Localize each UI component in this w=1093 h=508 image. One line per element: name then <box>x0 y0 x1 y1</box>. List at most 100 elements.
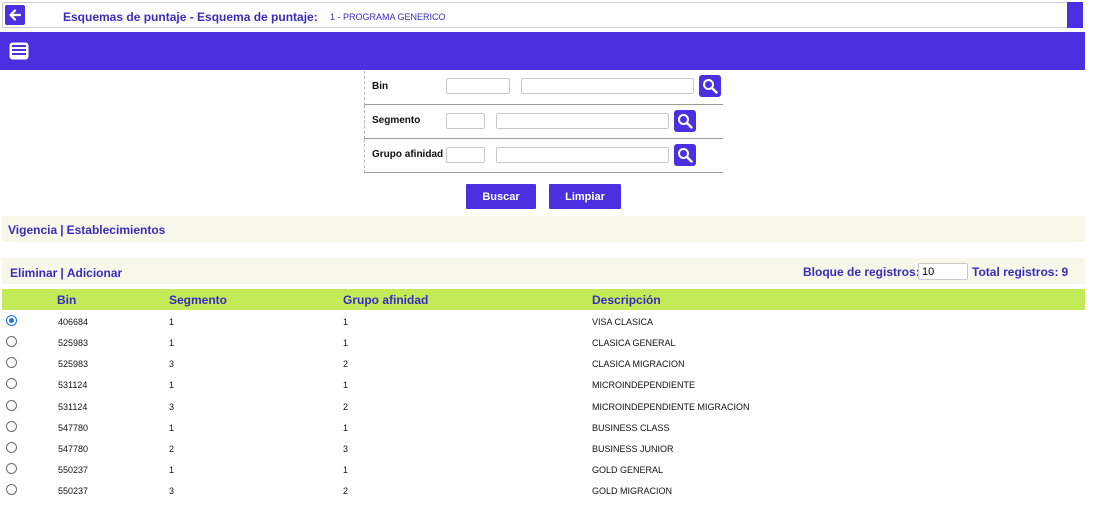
row-select-radio[interactable] <box>6 357 17 368</box>
table-row[interactable]: 547780 1 1 BUSINESS CLASS <box>2 417 1085 438</box>
cell-grupo-afinidad: 1 <box>343 338 349 348</box>
filter-row-bin: Bin <box>364 71 723 105</box>
cell-descripcion: CLASICA MIGRACION <box>592 359 685 369</box>
row-select-radio[interactable] <box>6 315 17 326</box>
segmento-description-input[interactable] <box>496 113 669 129</box>
total-registros-label: Total registros: <box>972 265 1059 279</box>
filter-form: Bin Segmento Grupo afinidad <box>364 71 723 173</box>
cell-grupo-afinidad: 1 <box>343 465 349 475</box>
page-title: Esquemas de puntaje - Esquema de puntaje… <box>63 10 318 24</box>
cell-grupo-afinidad: 2 <box>343 359 349 369</box>
cell-bin: 525983 <box>58 359 89 369</box>
column-header-descripcion[interactable]: Descripción <box>592 293 661 307</box>
cell-bin: 550237 <box>58 486 89 496</box>
bin-code-input[interactable] <box>446 78 510 94</box>
row-select-radio[interactable] <box>6 400 17 411</box>
title-bar: Esquemas de puntaje - Esquema de puntaje… <box>2 2 1083 28</box>
bin-description-input[interactable] <box>521 78 694 94</box>
cell-descripcion: VISA CLASICA <box>592 317 654 327</box>
row-select-radio[interactable] <box>6 484 17 495</box>
row-select-radio[interactable] <box>6 336 17 347</box>
page-subtitle: 1 - PROGRAMA GENERICO <box>330 12 446 22</box>
bin-search-button[interactable] <box>699 75 721 97</box>
cell-segmento: 3 <box>169 486 175 496</box>
cell-grupo-afinidad: 2 <box>343 486 349 496</box>
row-select-radio[interactable] <box>6 442 17 453</box>
grupo-code-input[interactable] <box>446 147 485 163</box>
cell-bin: 550237 <box>58 465 89 475</box>
column-header-grupo-afinidad[interactable]: Grupo afinidad <box>343 293 428 307</box>
total-registros-value: 9 <box>1061 265 1069 279</box>
title-bar-accent <box>1067 2 1083 28</box>
cell-segmento: 2 <box>169 444 175 454</box>
filter-row-segmento: Segmento <box>364 105 723 139</box>
grupo-afinidad-label: Grupo afinidad <box>372 149 444 160</box>
establecimientos-link[interactable]: Establecimientos <box>67 223 166 237</box>
table-row[interactable]: 550237 3 2 GOLD MIGRACION <box>2 480 1085 501</box>
bloque-registros-input[interactable] <box>918 263 968 280</box>
link-separator: | <box>60 223 64 237</box>
cell-bin: 525983 <box>58 338 89 348</box>
cell-grupo-afinidad: 1 <box>343 380 349 390</box>
form-card-icon[interactable] <box>8 40 30 62</box>
cell-descripcion: MICROINDEPENDIENTE <box>592 380 696 390</box>
link-separator: | <box>60 266 64 280</box>
arrow-left-icon <box>9 9 22 21</box>
search-icon <box>703 79 718 94</box>
cell-grupo-afinidad: 1 <box>343 423 349 433</box>
eliminar-link[interactable]: Eliminar <box>10 266 57 280</box>
cell-segmento: 1 <box>169 317 175 327</box>
cell-grupo-afinidad: 3 <box>343 444 349 454</box>
cell-descripcion: CLASICA GENERAL <box>592 338 676 348</box>
vigencia-link[interactable]: Vigencia <box>8 223 57 237</box>
cell-bin: 547780 <box>58 444 89 454</box>
row-select-radio[interactable] <box>6 463 17 474</box>
bloque-registros-label: Bloque de registros: <box>803 265 920 279</box>
back-button[interactable] <box>5 5 25 25</box>
table-header: Bin Segmento Grupo afinidad Descripción <box>2 289 1085 310</box>
table-row[interactable]: 525983 3 2 CLASICA MIGRACION <box>2 353 1085 374</box>
grupo-description-input[interactable] <box>496 147 669 163</box>
table-row[interactable]: 547780 2 3 BUSINESS JUNIOR <box>2 438 1085 459</box>
cell-grupo-afinidad: 2 <box>343 402 349 412</box>
segmento-label: Segmento <box>372 115 421 126</box>
row-select-radio[interactable] <box>6 378 17 389</box>
cell-descripcion: BUSINESS CLASS <box>592 423 670 433</box>
filter-row-grupo: Grupo afinidad <box>364 139 723 173</box>
cell-segmento: 3 <box>169 402 175 412</box>
cell-segmento: 1 <box>169 465 175 475</box>
table-row[interactable]: 406684 1 1 VISA CLASICA <box>2 311 1085 332</box>
table-actions-bar: Eliminar | Adicionar Bloque de registros… <box>2 258 1085 284</box>
cell-descripcion: GOLD MIGRACION <box>592 486 673 496</box>
toolbar-band <box>0 32 1085 70</box>
cell-bin: 531124 <box>58 380 88 390</box>
adicionar-link[interactable]: Adicionar <box>67 266 122 280</box>
search-icon <box>678 114 693 129</box>
cell-segmento: 1 <box>169 338 175 348</box>
limpiar-button[interactable]: Limpiar <box>549 184 621 209</box>
buscar-button[interactable]: Buscar <box>466 184 536 209</box>
cell-descripcion: BUSINESS JUNIOR <box>592 444 674 454</box>
column-header-bin[interactable]: Bin <box>57 293 76 307</box>
grupo-search-button[interactable] <box>674 144 696 166</box>
search-icon <box>678 148 693 163</box>
cell-bin: 406684 <box>58 317 89 327</box>
cell-bin: 547780 <box>58 423 89 433</box>
cell-segmento: 1 <box>169 423 175 433</box>
cell-descripcion: MICROINDEPENDIENTE MIGRACION <box>592 402 750 412</box>
detail-links-bar: Vigencia | Establecimientos <box>2 216 1085 242</box>
segmento-code-input[interactable] <box>446 113 485 129</box>
table-row[interactable]: 525983 1 1 CLASICA GENERAL <box>2 332 1085 353</box>
table-row[interactable]: 531124 1 1 MICROINDEPENDIENTE <box>2 374 1085 395</box>
cell-bin: 531124 <box>58 402 88 412</box>
row-select-radio[interactable] <box>6 421 17 432</box>
segmento-search-button[interactable] <box>674 110 696 132</box>
cell-segmento: 1 <box>169 380 175 390</box>
cell-grupo-afinidad: 1 <box>343 317 349 327</box>
cell-segmento: 3 <box>169 359 175 369</box>
table-row[interactable]: 550237 1 1 GOLD GENERAL <box>2 459 1085 480</box>
bin-label: Bin <box>372 81 389 92</box>
cell-descripcion: GOLD GENERAL <box>592 465 664 475</box>
column-header-segmento[interactable]: Segmento <box>169 293 227 307</box>
table-row[interactable]: 531124 3 2 MICROINDEPENDIENTE MIGRACION <box>2 396 1085 417</box>
